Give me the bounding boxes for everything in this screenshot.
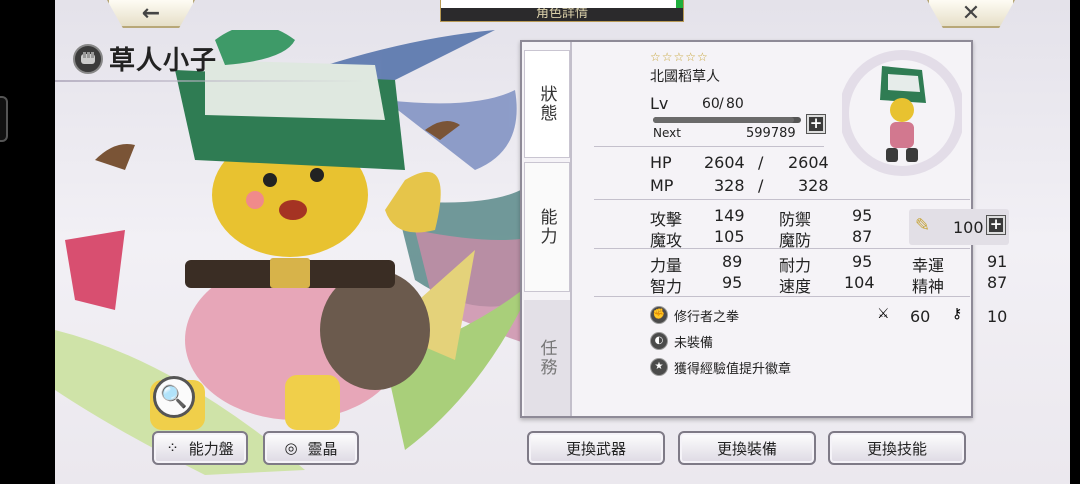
crystal-icon: ◎ [284, 439, 298, 457]
hp-max: 2604 [788, 153, 829, 172]
level-max: 80 [726, 96, 744, 112]
stat-value: 149 [714, 206, 745, 225]
crystal-label: 靈晶 [307, 439, 338, 458]
ability-board-label: 能力盤 [188, 439, 234, 458]
stat-value: 87 [987, 273, 1008, 292]
panel-tabs: 狀態 能力 任務 [522, 42, 572, 416]
equipped-weapon[interactable]: 修行者之拳 [674, 306, 739, 325]
character-name-row: 草人小子 [73, 40, 217, 77]
level-current: 60 [702, 96, 720, 112]
xp-progress-bar [653, 117, 801, 123]
close-icon: ✕ [961, 0, 981, 26]
hp-current: 2604 [704, 153, 745, 172]
status-panel: 狀態 能力 任務 ☆☆☆☆☆ 北國稻草人 Lv 60 / 80 + Next 5… [520, 40, 1009, 418]
device-side-indicator [0, 96, 8, 142]
gear-slot-icon: ◐ [650, 332, 668, 350]
back-arrow-icon: ← [141, 0, 161, 26]
wing-stat-box: ✎ 100 + [909, 209, 1009, 245]
tab-status[interactable]: 狀態 [524, 50, 570, 158]
divider [594, 248, 970, 249]
next-label: Next [653, 126, 681, 140]
xp-progress-fill [653, 117, 794, 123]
weapon-stat-2: 10 [987, 307, 1008, 326]
hp-label: HP [650, 153, 672, 172]
top-overlay-green [676, 0, 683, 8]
character-name: 草人小子 [109, 46, 218, 76]
stat-label: 智力 [650, 277, 683, 296]
change-gear-button[interactable]: 更換裝備 [678, 431, 816, 465]
next-exp-value: 599789 [746, 126, 796, 141]
zoom-button[interactable]: 🔍 [153, 376, 195, 418]
character-detail-screen: ← 角色詳情 ✕ 草人小子 🔍 ⁘ 能力盤 ◎ 靈晶 狀態 能力 任務 ☆☆☆☆… [55, 0, 1070, 484]
tab-quest[interactable]: 任務 [524, 300, 570, 416]
divider [594, 146, 824, 147]
stat-value: 95 [722, 273, 743, 292]
stat-value: 105 [714, 227, 745, 246]
grid-icon: ⁘ [166, 439, 179, 457]
level-separator: / [719, 96, 724, 112]
divider [594, 296, 970, 297]
level-label: Lv [650, 94, 669, 113]
stat-value: 91 [987, 252, 1008, 271]
crystal-button[interactable]: ◎ 靈晶 [263, 431, 359, 465]
magnifier-icon: 🔍 [160, 384, 188, 410]
mp-current: 328 [714, 176, 745, 195]
wing-icon: ✎ [915, 215, 931, 236]
stat-value: 95 [852, 252, 873, 271]
level-up-plus-button[interactable]: + [806, 114, 826, 134]
stat-value: 95 [852, 206, 873, 225]
name-underline [55, 80, 365, 82]
wing-value: 100 [953, 218, 984, 237]
divider [594, 199, 970, 200]
stat-value: 104 [844, 273, 875, 292]
character-artwork [55, 30, 555, 475]
change-skill-label: 更換技能 [866, 439, 927, 458]
equipped-badge[interactable]: 獲得經驗值提升徽章 [674, 358, 791, 377]
change-weapon-button[interactable]: 更換武器 [527, 431, 665, 465]
equipped-gear[interactable]: 未裝備 [674, 332, 713, 351]
fist-class-icon [73, 43, 103, 74]
header-title: 角色詳情 [535, 6, 588, 21]
stat-value: 87 [852, 227, 873, 246]
change-skill-button[interactable]: 更換技能 [828, 431, 966, 465]
mp-separator: / [758, 176, 764, 195]
ability-board-button[interactable]: ⁘ 能力盤 [152, 431, 248, 465]
character-subtitle: 北國稻草人 [650, 69, 720, 85]
header-title-banner: 角色詳情 [440, 0, 684, 22]
sword-icon: ⚔ [877, 306, 890, 322]
change-weapon-label: 更換武器 [565, 439, 626, 458]
stat-label: 精神 [912, 277, 945, 296]
stat-label: 速度 [779, 277, 812, 296]
hp-separator: / [758, 153, 764, 172]
stat-value: 89 [722, 252, 743, 271]
fist-weapon-icon: ✊ [650, 306, 668, 324]
key-icon: ⚷ [952, 306, 963, 322]
weapon-stat-1: 60 [910, 307, 931, 326]
close-button[interactable]: ✕ [927, 0, 1015, 28]
back-button[interactable]: ← [107, 0, 195, 28]
character-portrait [842, 50, 962, 176]
rarity-stars: ☆☆☆☆☆ [650, 50, 709, 64]
change-gear-label: 更換裝備 [716, 439, 777, 458]
top-overlay-white [441, 0, 683, 8]
mp-label: MP [650, 176, 674, 195]
mp-max: 328 [798, 176, 829, 195]
badge-icon: ★ [650, 358, 668, 376]
wing-plus-button[interactable]: + [986, 215, 1006, 235]
tab-ability[interactable]: 能力 [524, 162, 570, 292]
